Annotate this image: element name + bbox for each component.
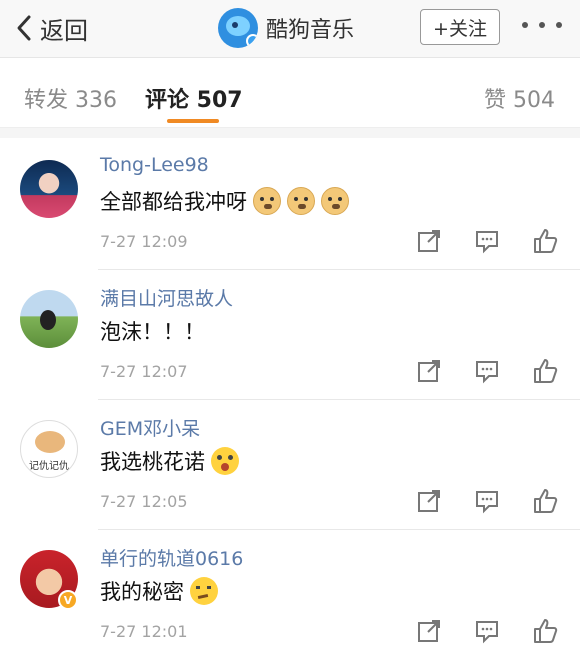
- comment-username[interactable]: 单行的轨道0616: [100, 544, 243, 571]
- comment-text: 我的秘密: [100, 576, 218, 606]
- repost-icon[interactable]: [416, 618, 442, 644]
- avatar[interactable]: [20, 290, 78, 348]
- comment-username[interactable]: Tong-Lee98: [100, 154, 209, 176]
- doge-emoji-icon: [321, 187, 349, 215]
- tab-bar: 转发 336 评论 507 赞 504: [0, 58, 580, 128]
- back-label: 返回: [40, 16, 88, 45]
- more-options-icon[interactable]: [522, 22, 562, 32]
- section-divider: [0, 128, 580, 138]
- comment-time: 7-27 12:07: [100, 362, 188, 381]
- like-icon[interactable]: [532, 618, 558, 644]
- reply-icon[interactable]: [474, 618, 500, 644]
- comment-text: 我选桃花诺: [100, 446, 239, 476]
- verified-v-badge-icon: V: [58, 590, 78, 610]
- comment-item: Tong-Lee98 全部都给我冲呀 7-27 12:09: [0, 138, 580, 270]
- comment-text-body: 全部都给我冲呀: [100, 190, 247, 214]
- like-icon[interactable]: [532, 228, 558, 254]
- active-tab-indicator: [167, 119, 219, 123]
- doge-emoji-icon: [253, 187, 281, 215]
- account-header[interactable]: 酷狗音乐: [218, 8, 354, 48]
- like-icon[interactable]: [532, 488, 558, 514]
- account-avatar[interactable]: [218, 8, 258, 48]
- verified-badge-icon: [246, 34, 258, 48]
- comment-text: 全部都给我冲呀: [100, 186, 349, 216]
- comment-text-body: 我选桃花诺: [100, 450, 205, 474]
- avatar-caption: 记仇记仇: [29, 461, 69, 472]
- comment-time: 7-27 12:01: [100, 622, 188, 641]
- doge-emoji-icon: [287, 187, 315, 215]
- reply-icon[interactable]: [474, 358, 500, 384]
- comment-username[interactable]: GEM邓小呆: [100, 414, 200, 441]
- follow-button[interactable]: +关注: [420, 9, 500, 45]
- comment-time: 7-27 12:09: [100, 232, 188, 251]
- chevron-left-icon: [17, 15, 31, 41]
- comment-item: 满目山河思故人 泡沫！！！ 7-27 12:07: [0, 268, 580, 400]
- comment-item: V 单行的轨道0616 我的秘密 7-27 12:01: [0, 528, 580, 660]
- back-button[interactable]: 返回: [14, 10, 88, 46]
- repost-icon[interactable]: [416, 228, 442, 254]
- like-icon[interactable]: [532, 358, 558, 384]
- thinking-emoji-icon: [190, 577, 218, 605]
- avatar[interactable]: 记仇记仇: [20, 420, 78, 478]
- nav-bar: 返回 酷狗音乐 +关注: [0, 0, 580, 58]
- comment-text-body: 我的秘密: [100, 580, 184, 604]
- tab-reposts[interactable]: 转发 336: [24, 82, 117, 114]
- avatar[interactable]: [20, 160, 78, 218]
- tab-comments[interactable]: 评论 507: [145, 82, 243, 114]
- tab-likes[interactable]: 赞 504: [484, 82, 555, 114]
- comment-time: 7-27 12:05: [100, 492, 188, 511]
- repost-icon[interactable]: [416, 358, 442, 384]
- shocked-emoji-icon: [211, 447, 239, 475]
- comment-item: 记仇记仇 GEM邓小呆 我选桃花诺 7-27 12:05: [0, 398, 580, 530]
- reply-icon[interactable]: [474, 488, 500, 514]
- reply-icon[interactable]: [474, 228, 500, 254]
- account-name: 酷狗音乐: [266, 18, 355, 43]
- comment-text-body: 泡沫！！！: [100, 320, 205, 344]
- repost-icon[interactable]: [416, 488, 442, 514]
- comment-username[interactable]: 满目山河思故人: [100, 284, 233, 311]
- comment-text: 泡沫！！！: [100, 316, 205, 346]
